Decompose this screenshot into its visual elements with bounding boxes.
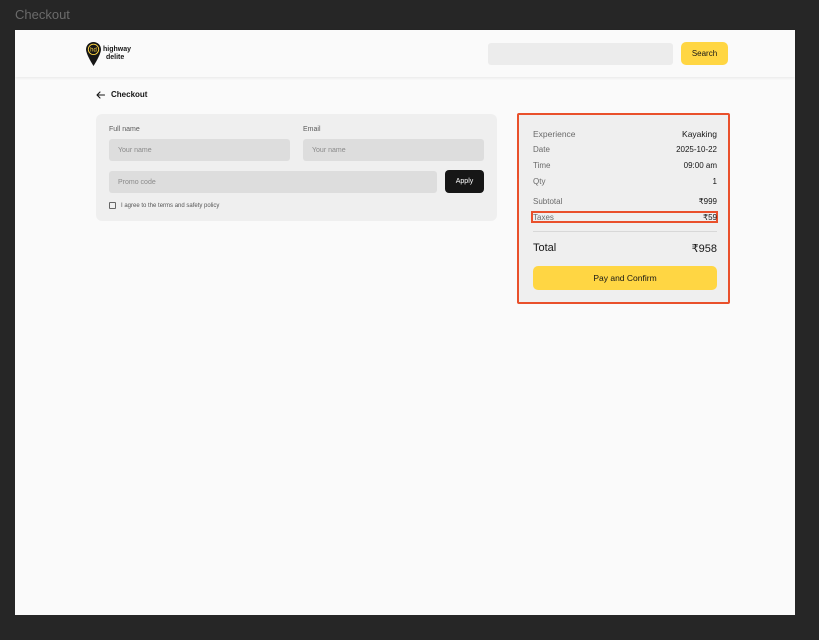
summary-value: 09:00 am [683, 161, 717, 170]
back-link[interactable]: Checkout [96, 90, 147, 99]
summary-row-taxes: Taxes ₹59 [533, 213, 717, 222]
apply-button[interactable]: Apply [445, 170, 484, 193]
summary-label: Taxes [533, 213, 554, 222]
logo-mark: hd [90, 48, 97, 54]
summary-label: Qty [533, 177, 546, 186]
checkout-form: Full name Your name Email Your name Prom… [96, 114, 497, 221]
header: hd highway delite Search [15, 30, 795, 77]
summary-row-date: Date 2025-10-22 [533, 145, 717, 154]
summary-total: Total ₹958 [533, 242, 717, 255]
total-value: ₹958 [691, 243, 717, 255]
summary-value: 1 [712, 177, 717, 186]
summary-divider [533, 231, 717, 232]
agree-checkbox[interactable] [109, 202, 116, 209]
agree-terms[interactable]: I agree to the terms and safety policy [109, 202, 219, 209]
full-name-field[interactable]: Your name [109, 139, 290, 161]
agree-label: I agree to the terms and safety policy [121, 202, 220, 209]
logo-text-line2: delite [106, 54, 125, 61]
page-frame: hd highway delite Search Checkout Full n… [15, 30, 795, 615]
arrow-left-icon [96, 90, 105, 99]
summary-label: Experience [533, 129, 576, 139]
summary-row-subtotal: Subtotal ₹999 [533, 197, 717, 206]
search-input[interactable] [488, 43, 673, 65]
summary-value: 2025-10-22 [676, 145, 717, 154]
logo-text: highway delite [103, 46, 131, 62]
summary-row-time: Time 09:00 am [533, 161, 717, 170]
logo[interactable]: hd highway delite [86, 42, 131, 66]
email-field[interactable]: Your name [303, 139, 484, 161]
summary-value: ₹999 [698, 197, 717, 206]
pay-and-confirm-button[interactable]: Pay and Confirm [533, 266, 717, 290]
promo-code-field[interactable]: Promo code [109, 171, 437, 193]
location-pin-logo-icon: hd [86, 42, 101, 66]
summary-label: Subtotal [533, 197, 563, 206]
summary-label: Time [533, 161, 551, 170]
search-button[interactable]: Search [681, 42, 728, 65]
email-label: Email [303, 126, 321, 133]
summary-value: ₹59 [703, 213, 717, 222]
full-name-label: Full name [109, 126, 140, 133]
total-label: Total [533, 242, 557, 254]
order-summary: Experience Kayaking Date 2025-10-22 Time… [517, 113, 730, 304]
summary-row-qty: Qty 1 [533, 177, 717, 186]
summary-label: Date [533, 145, 550, 154]
summary-row-experience: Experience Kayaking [533, 129, 717, 139]
window-title: Checkout [15, 7, 70, 22]
summary-value: Kayaking [682, 129, 717, 139]
back-label: Checkout [111, 90, 148, 99]
logo-text-line1: highway [103, 46, 132, 53]
